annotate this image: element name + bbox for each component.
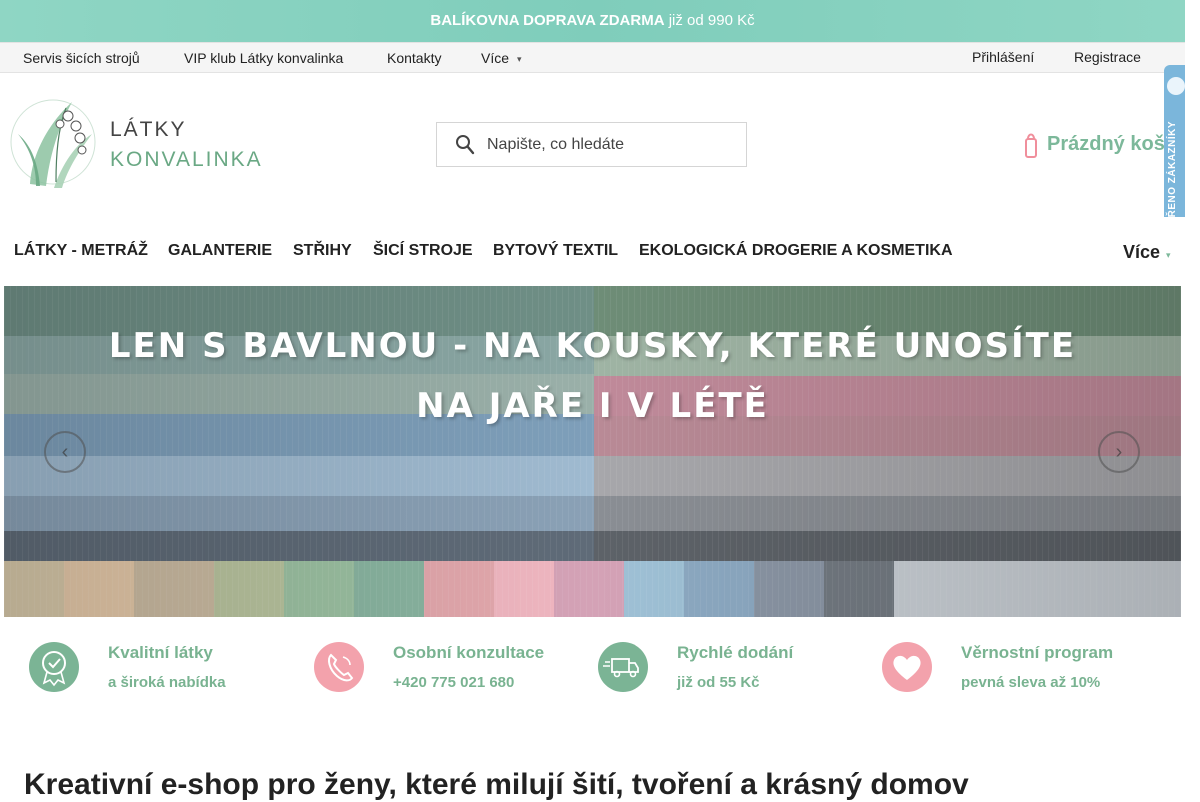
hero-banner[interactable]: LEN S BAVLNOU - NA KOUSKY, KTERÉ UNOSÍTE… <box>4 286 1181 617</box>
nav-sici-stroje[interactable]: ŠICÍ STROJE <box>373 242 473 260</box>
feature-loyalty-sub: pevná sleva až 10% <box>961 674 1101 691</box>
feature-delivery-title: Rychlé dodání <box>677 643 794 662</box>
subnav-link-kontakty[interactable]: Kontakty <box>387 50 441 66</box>
promo-bar: BALÍKOVNA DOPRAVA ZDARMA již od 990 Kč <box>0 0 1185 42</box>
subnav-link-vip[interactable]: VIP klub Látky konvalinka <box>184 50 343 66</box>
search-icon[interactable] <box>455 134 475 156</box>
subnav-link-servis[interactable]: Servis šicích strojů <box>23 50 140 66</box>
promo-light-text: již od 990 Kč <box>668 12 755 29</box>
register-link[interactable]: Registrace <box>1074 49 1141 65</box>
feature-delivery-sub: již od 55 Kč <box>677 674 760 691</box>
banner-headline-line2: NA JAŘE I V LÉTĚ <box>416 386 769 426</box>
shopping-bag-icon <box>1025 133 1037 158</box>
nav-bytovy-textil[interactable]: BYTOVÝ TEXTIL <box>493 242 618 260</box>
chevron-down-icon: ▾ <box>517 54 522 64</box>
subnav-more-dropdown[interactable]: Více ▾ <box>481 50 522 66</box>
search-input[interactable]: Napište, co hledáte <box>487 136 624 154</box>
nav-more-dropdown[interactable]: Více ▾ <box>1123 242 1171 263</box>
nav-latky-metraz[interactable]: LÁTKY - METRÁŽ <box>14 242 148 260</box>
main-nav: LÁTKY - METRÁŽ GALANTERIE STŘIHY ŠICÍ ST… <box>0 217 1185 285</box>
delivery-truck-icon <box>598 642 648 692</box>
nav-ekologicka-drogerie[interactable]: EKOLOGICKÁ DROGERIE A KOSMETIKA <box>639 242 953 260</box>
chevron-right-icon: › <box>1115 441 1123 463</box>
page-title: Kreativní e-shop pro ženy, které milují … <box>24 768 969 801</box>
feature-consultation-title: Osobní konzultace <box>393 643 545 662</box>
chevron-left-icon: ‹ <box>61 441 69 463</box>
feature-quality-sub: a široká nabídka <box>108 674 226 691</box>
nav-galanterie[interactable]: GALANTERIE <box>168 242 272 260</box>
carousel-prev-button[interactable]: ‹ <box>44 431 86 473</box>
secondary-nav: Servis šicích strojů VIP klub Látky konv… <box>0 42 1185 73</box>
heart-icon <box>882 642 932 692</box>
nav-strihy[interactable]: STŘIHY <box>293 242 352 260</box>
chevron-down-icon: ▾ <box>1166 250 1171 260</box>
lily-of-the-valley-logo-icon <box>10 99 96 188</box>
verified-seal-icon <box>1167 77 1185 95</box>
banner-headline-line1: LEN S BAVLNOU - NA KOUSKY, KTERÉ UNOSÍTE <box>108 326 1077 366</box>
subnav-more-label: Více <box>481 50 510 66</box>
feature-loyalty-title: Věrnostní program <box>961 643 1114 662</box>
nav-more-label: Více <box>1123 242 1161 262</box>
cart-label: Prázdný koš <box>1047 133 1165 155</box>
feature-quality-title: Kvalitní látky <box>108 643 213 662</box>
login-link[interactable]: Přihlášení <box>972 49 1034 65</box>
quality-badge-icon <box>29 642 79 692</box>
feature-consultation-phone[interactable]: +420 775 021 680 <box>393 674 514 691</box>
logo-text-latky: LÁTKY <box>110 118 187 141</box>
carousel-next-button[interactable]: › <box>1098 431 1140 473</box>
logo-text-konvalinka: KONVALINKA <box>110 148 263 171</box>
promo-bold-text: BALÍKOVNA DOPRAVA ZDARMA <box>430 12 665 29</box>
phone-icon <box>314 642 364 692</box>
search-box[interactable]: Napište, co hledáte <box>436 122 747 167</box>
